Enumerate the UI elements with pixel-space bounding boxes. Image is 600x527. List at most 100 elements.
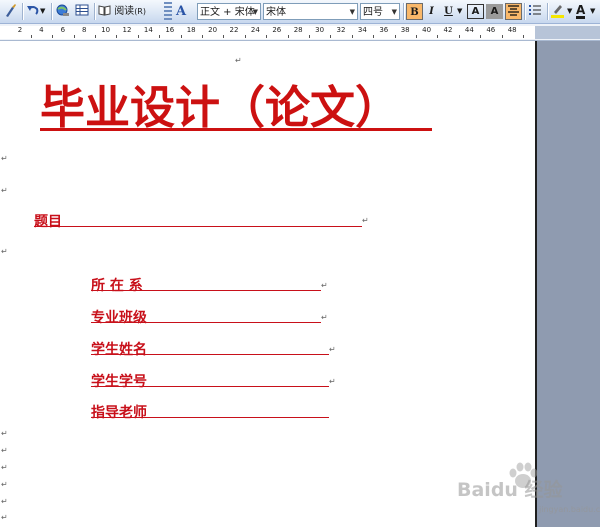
field-underline xyxy=(91,386,329,387)
ruler-tick xyxy=(137,35,139,38)
ruler-tick xyxy=(437,35,439,38)
document-title: 毕业设计（论文） xyxy=(40,81,401,134)
style-select-value: 正文 + 宋体 xyxy=(200,7,255,18)
undo-icon xyxy=(27,6,39,15)
ruler-label: 40 xyxy=(422,26,432,34)
bullets-button[interactable] xyxy=(528,3,544,20)
field-student-name: 学生姓名 xyxy=(91,342,147,358)
paragraph-mark: ↵ xyxy=(329,377,336,386)
paragraph-mark: ↵ xyxy=(1,154,8,163)
paragraph-mark: ↵ xyxy=(329,345,336,354)
ruler-tick xyxy=(223,35,225,38)
tables-borders-button[interactable] xyxy=(75,3,91,20)
ruler-tick xyxy=(30,35,32,38)
ruler-label: 30 xyxy=(315,26,325,34)
topic-label: 题目 xyxy=(34,214,62,230)
ruler-label: 6 xyxy=(60,26,66,34)
ruler-tick xyxy=(287,35,289,38)
ruler-tick xyxy=(373,35,375,38)
ruler-label: 14 xyxy=(143,26,153,34)
underline-options-dropdown[interactable]: ▼ xyxy=(457,3,465,20)
document-page[interactable]: ↵ 毕业设计（论文） ↵ ↵ 题目 ↵ ↵ 所 在 系 ↵ 专业班级 ↵ 学生姓… xyxy=(0,41,535,527)
highlight-button[interactable]: ▼ xyxy=(550,3,574,20)
font-size-select-value: 四号 xyxy=(363,7,383,18)
ruler-label: 28 xyxy=(293,26,303,34)
read-mode-label: 阅读 xyxy=(114,6,135,17)
ruler-tick xyxy=(458,35,460,38)
watermark-text: Baidu 经验 xyxy=(457,479,563,501)
brush-icon xyxy=(6,4,16,17)
italic-button[interactable]: I xyxy=(423,3,440,20)
ruler-label: 4 xyxy=(39,26,44,34)
chevron-down-icon: ▼ xyxy=(252,8,258,16)
character-border-button[interactable]: A xyxy=(467,4,484,19)
chevron-down-icon: ▼ xyxy=(349,8,355,16)
ruler-tick xyxy=(180,35,182,38)
read-mode-button[interactable]: 阅读(R) xyxy=(98,3,160,20)
center-align-button[interactable] xyxy=(505,3,522,20)
paragraph-mark: ↵ xyxy=(321,313,328,322)
bullet-list-icon xyxy=(529,5,541,15)
horizontal-ruler[interactable]: 2 4 6 8 10 12 14 16 18 20 22 24 26 28 30 32 34 36 38 40 42 44… xyxy=(0,24,600,41)
paragraph-mark: ↵ xyxy=(1,247,8,256)
ruler-label: 44 xyxy=(464,26,474,34)
chevron-down-icon: ▼ xyxy=(457,7,463,15)
ruler-label: 8 xyxy=(81,26,87,34)
ruler-tick xyxy=(480,35,482,38)
paragraph-mark: ↵ xyxy=(235,56,242,65)
chevron-down-icon[interactable]: ▼ xyxy=(567,3,572,20)
ruler-tick xyxy=(94,35,96,38)
read-mode-shortcut: (R) xyxy=(134,7,146,16)
ruler-label: 42 xyxy=(443,26,453,34)
book-icon xyxy=(98,5,111,16)
ruler-label: 38 xyxy=(400,26,410,34)
bold-button[interactable]: B xyxy=(406,3,423,20)
paragraph-mark: ↵ xyxy=(1,446,8,455)
ruler-label: 18 xyxy=(186,26,196,34)
ruler-tick xyxy=(415,35,417,38)
align-center-icon xyxy=(508,5,519,16)
highlighter-icon xyxy=(551,5,564,18)
ruler-label: 26 xyxy=(272,26,282,34)
ruler-label: 32 xyxy=(336,26,346,34)
font-size-select[interactable]: 四号 ▼ xyxy=(360,3,400,20)
insert-hyperlink-button[interactable] xyxy=(55,3,73,20)
undo-button[interactable]: ▼ xyxy=(26,3,48,20)
styles-formatting-button[interactable]: A xyxy=(176,3,194,20)
chevron-down-icon[interactable]: ▼ xyxy=(40,3,45,20)
underline-button[interactable]: U xyxy=(440,3,457,20)
field-advisor: 指导老师 xyxy=(91,405,147,421)
ruler-tick xyxy=(351,35,353,38)
character-shading-button[interactable]: A xyxy=(486,4,503,19)
globe-link-icon xyxy=(56,4,69,16)
paragraph-mark: ↵ xyxy=(1,429,8,438)
baidu-watermark: Baidu 经验 jingyan.baidu.com xyxy=(455,461,600,521)
page-margin-area xyxy=(535,41,600,527)
field-class: 专业班级 xyxy=(91,310,147,326)
paragraph-mark: ↵ xyxy=(1,186,8,195)
ruler-label: 22 xyxy=(229,26,239,34)
toolbar-grip[interactable] xyxy=(164,2,172,22)
formatting-toolbar: ▼ 阅读(R) A 正文 + 宋体 ▼ 宋体 ▼ 四号 ▼ B I U ▼ A … xyxy=(0,0,600,24)
font-color-button[interactable]: A ▼ xyxy=(576,3,598,20)
ruler-label: 34 xyxy=(357,26,367,34)
field-underline xyxy=(91,290,321,291)
styles-icon: A xyxy=(176,4,187,19)
font-select[interactable]: 宋体 ▼ xyxy=(263,3,358,20)
ruler-label: 10 xyxy=(101,26,111,34)
format-painter-button[interactable] xyxy=(3,3,19,20)
ruler-tick xyxy=(266,35,268,38)
font-select-value: 宋体 xyxy=(266,7,286,18)
topic-underline xyxy=(34,226,362,227)
ruler-label: 46 xyxy=(486,26,496,34)
ruler-tick xyxy=(159,35,161,38)
ruler-label: 2 xyxy=(17,26,23,34)
ruler-tick xyxy=(116,35,118,38)
table-icon xyxy=(75,4,89,16)
field-underline xyxy=(91,322,321,323)
style-select[interactable]: 正文 + 宋体 ▼ xyxy=(197,3,261,20)
title-underline xyxy=(40,128,432,131)
chevron-down-icon[interactable]: ▼ xyxy=(590,3,595,20)
paragraph-mark: ↵ xyxy=(321,281,328,290)
paragraph-mark: ↵ xyxy=(1,463,8,472)
